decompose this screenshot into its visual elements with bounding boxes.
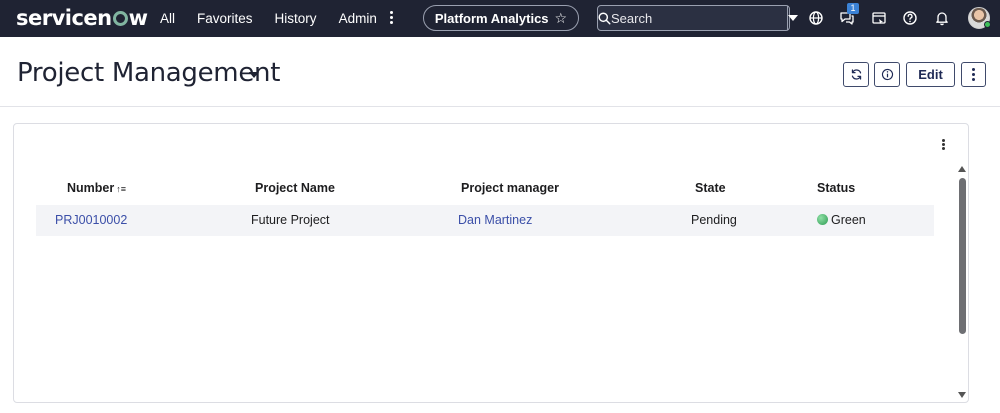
scrollbar-thumb[interactable] [959, 178, 966, 334]
nav-all[interactable]: All [160, 11, 175, 26]
page-title: Project Management [17, 58, 281, 88]
search-icon [598, 11, 611, 25]
edit-button[interactable]: Edit [906, 62, 955, 87]
workspace-pill-label: Platform Analytics [434, 10, 549, 26]
nav-favorites[interactable]: Favorites [197, 11, 253, 26]
column-header-project-manager[interactable]: Project manager [461, 181, 559, 195]
header-divider [0, 106, 1000, 107]
scroll-down-arrow-icon[interactable] [958, 392, 966, 398]
column-header-state[interactable]: State [695, 181, 726, 195]
column-header-status[interactable]: Status [817, 181, 855, 195]
info-button[interactable] [874, 62, 900, 87]
column-header-number[interactable]: Number ↑≡ [67, 181, 126, 195]
title-dropdown-icon[interactable] [249, 72, 259, 78]
presence-status-icon [984, 21, 991, 28]
top-navigation-bar: servicen w All Favorites History Admin Pl… [0, 0, 1000, 37]
refresh-button[interactable] [843, 62, 869, 87]
favorite-star-icon[interactable]: ☆ [555, 10, 568, 27]
globe-icon[interactable] [808, 10, 824, 26]
list-widget-card [13, 123, 969, 403]
nav-admin[interactable]: Admin [339, 11, 377, 26]
search-input[interactable] [611, 7, 787, 29]
project-number-link[interactable]: PRJ0010002 [55, 213, 127, 227]
scratchpad-icon[interactable] [871, 10, 887, 26]
status-cell: Green [817, 213, 866, 227]
nav-more-icon[interactable] [386, 9, 396, 27]
column-header-project-name[interactable]: Project Name [255, 181, 335, 195]
more-options-button[interactable] [961, 62, 986, 87]
scroll-up-arrow-icon[interactable] [958, 166, 966, 172]
state-cell: Pending [691, 213, 737, 227]
nav-menu: All Favorites History Admin [160, 0, 399, 37]
sort-icon[interactable]: ↑≡ [116, 184, 126, 194]
status-label: Green [831, 213, 866, 227]
project-name-cell: Future Project [251, 213, 330, 227]
workspace-pill[interactable]: Platform Analytics ☆ [423, 5, 579, 31]
chat-count-badge: 1 [847, 3, 859, 14]
status-green-icon [817, 214, 828, 225]
search-scope-dropdown[interactable] [787, 6, 798, 30]
more-vertical-icon [972, 66, 975, 83]
refresh-icon [851, 69, 861, 80]
global-search [597, 5, 798, 31]
chevron-down-icon [788, 15, 798, 21]
info-icon [881, 68, 893, 81]
servicenow-logo[interactable]: servicen w [16, 6, 148, 30]
help-icon[interactable] [902, 10, 918, 26]
column-header-label: Number [67, 181, 115, 195]
bell-icon[interactable] [934, 10, 950, 26]
widget-more-icon[interactable] [939, 138, 947, 152]
nav-history[interactable]: History [275, 11, 317, 26]
project-manager-link[interactable]: Dan Martinez [458, 213, 532, 227]
